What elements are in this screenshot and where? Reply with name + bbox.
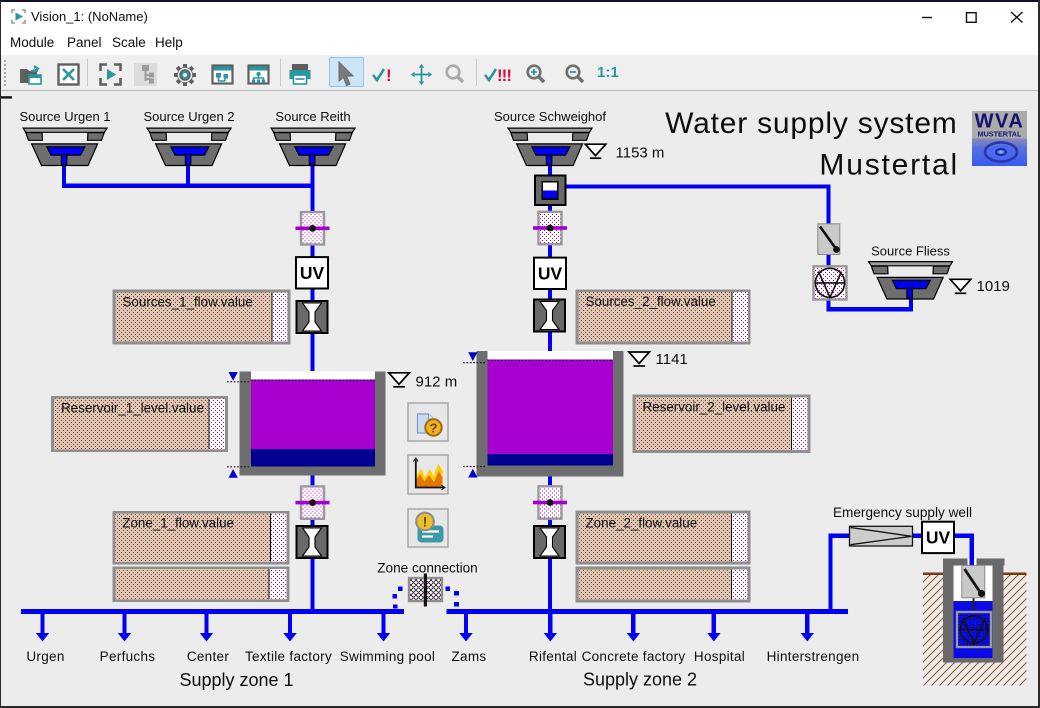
svg-text:MUSTERTAL: MUSTERTAL <box>978 130 1022 139</box>
svg-text:Urgen: Urgen <box>26 649 64 664</box>
svg-text:Supply zone 2: Supply zone 2 <box>583 670 697 690</box>
svg-text:Mustertal: Mustertal <box>819 149 959 182</box>
svg-text:Water supply system: Water supply system <box>665 107 958 140</box>
svg-text:Supply zone 1: Supply zone 1 <box>179 670 293 690</box>
svg-text:Reservoir_1_level.value: Reservoir_1_level.value <box>61 401 204 416</box>
svg-text:Sources_2_flow.value: Sources_2_flow.value <box>586 294 716 309</box>
svg-text:Textile factory: Textile factory <box>245 649 332 664</box>
svg-text:Source Schweighof: Source Schweighof <box>494 109 606 124</box>
svg-text:Swimming pool: Swimming pool <box>340 649 435 664</box>
svg-text:Zone_2_flow.value: Zone_2_flow.value <box>586 515 698 530</box>
svg-text:Reservoir_2_level.value: Reservoir_2_level.value <box>643 399 786 414</box>
svg-text:!: ! <box>423 515 428 530</box>
svg-text:912 m: 912 m <box>416 374 458 391</box>
svg-text:Source Fliess: Source Fliess <box>871 244 950 259</box>
svg-text:Zams: Zams <box>452 649 487 664</box>
svg-text:Hospital: Hospital <box>694 649 745 664</box>
svg-text:Concrete factory: Concrete factory <box>582 649 686 664</box>
svg-text:1153 m: 1153 m <box>616 145 665 162</box>
svg-text:1019: 1019 <box>977 278 1010 295</box>
svg-text:?: ? <box>430 421 438 436</box>
svg-text:Source Urgen 2: Source Urgen 2 <box>143 109 234 124</box>
svg-text:Zone connection: Zone connection <box>377 561 478 576</box>
svg-text:1141: 1141 <box>656 351 688 368</box>
svg-text:Center: Center <box>187 649 230 664</box>
svg-text:Source Reith: Source Reith <box>275 109 350 124</box>
svg-text:Source Urgen 1: Source Urgen 1 <box>19 109 110 124</box>
svg-text:Perfuchs: Perfuchs <box>100 649 156 664</box>
svg-text:Emergency supply well: Emergency supply well <box>833 505 972 520</box>
svg-text:Hinterstrengen: Hinterstrengen <box>767 649 860 664</box>
svg-text:Rifental: Rifental <box>529 649 577 664</box>
svg-text:Zone_1_flow.value: Zone_1_flow.value <box>122 516 234 531</box>
svg-text:Sources_1_flow.value: Sources_1_flow.value <box>123 294 253 309</box>
